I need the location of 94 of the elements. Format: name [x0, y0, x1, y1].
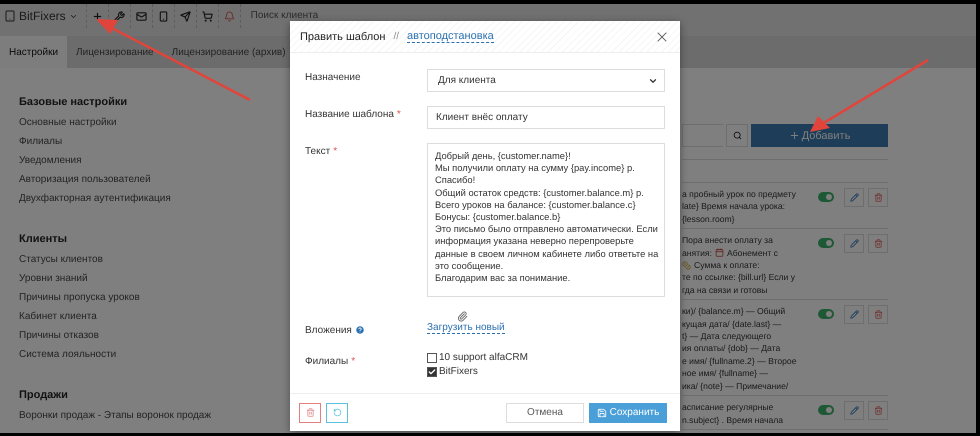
tab[interactable]: Лицензирование (архив) [162, 36, 295, 68]
upload-link[interactable]: Загрузить новый [427, 322, 505, 334]
template-text: е имя/ {fullname.2} — Второе [682, 354, 798, 368]
section-heading: Базовые настройки [19, 96, 128, 108]
required-mark: * [333, 146, 338, 157]
save-button[interactable]: Сохранить [589, 402, 667, 422]
mail-icon [136, 10, 147, 22]
undo-icon [332, 408, 342, 417]
tab[interactable]: Лицензирование [67, 36, 163, 68]
template-text: ика/ {note} — Примечание/ [682, 380, 790, 392]
checkbox-label: BitFixers [439, 366, 478, 377]
text-field[interactable]: Добрый день, {customer.name}! Мы получили оплату на сумму {pay.income} р. Спасибо! Общий остаток средств: {customer.balance.m} р. Всего уроков на балансе: {customer.balance.c} Бонусы: {customer.balance.b} Это письмо было отправлено автоматически. Если информация указана неверно перепроверьте данные в своем личном кабинете либо ответьте на это сообщение. Благодарим вас за понимание. [427, 143, 665, 297]
sidebar-link[interactable]: Основные настройки [19, 117, 290, 136]
section-heading: Клиенты [19, 233, 68, 245]
sidebar-link[interactable]: Двухфакторная аутентификация [19, 193, 290, 212]
template-text: {lesson.room} [682, 212, 736, 226]
section-heading: Продажи [19, 389, 69, 401]
tab[interactable]: Настройки [0, 36, 68, 68]
reset-button[interactable] [326, 402, 348, 422]
search-icon [732, 131, 742, 140]
sidebar-link[interactable]: Система лояльности [19, 349, 290, 368]
autofill-link[interactable]: автоподстановка [407, 30, 494, 43]
template-text: Сумма к оплате: [694, 259, 760, 272]
checkbox-label: 10 support alfaCRM [439, 352, 528, 363]
template-text: late} Время начала урока: [682, 200, 786, 213]
pencil-icon [850, 310, 858, 320]
template-name-field[interactable]: Клиент внёс оплату [427, 106, 665, 129]
sidebar-link[interactable]: Статусы клиентов [19, 254, 290, 273]
edit-button[interactable] [844, 305, 864, 324]
pencil-icon [850, 406, 858, 416]
help-icon [354, 325, 365, 335]
template-text: гда на связи и готовы [682, 284, 768, 296]
trash-icon [874, 406, 882, 416]
required-mark: * [396, 109, 401, 120]
trash-icon [874, 193, 882, 202]
add-button[interactable]: Добавить [751, 124, 888, 147]
cart-icon [202, 10, 213, 22]
pencil-icon [850, 193, 858, 202]
template-text: Пора внести оплату за [682, 234, 774, 247]
checkbox[interactable] [427, 352, 437, 362]
toggle-switch[interactable] [818, 405, 834, 416]
trash-icon [306, 408, 314, 417]
paper-plane-icon [180, 10, 191, 22]
template-text: анятия: [682, 246, 712, 260]
edit-button[interactable] [844, 234, 864, 254]
toggle-switch[interactable] [818, 192, 834, 202]
template-text: а пробный урок по предмету [682, 188, 797, 200]
sidebar-link[interactable]: Уведомления [19, 155, 290, 174]
field-label: Название шаблона [305, 109, 394, 120]
search-field[interactable] [682, 124, 723, 147]
separator-text: // [393, 31, 400, 42]
field-label: Филиалы [305, 356, 348, 367]
trash-icon [874, 239, 882, 248]
template-text: ное имя/ {fullname} — [682, 367, 770, 380]
toggle-switch[interactable] [818, 238, 834, 248]
template-text: Абонемент с [726, 246, 778, 260]
coins-icon [682, 260, 691, 270]
pencil-icon [850, 239, 858, 248]
delete-button[interactable] [299, 402, 321, 422]
purpose-select[interactable]: Для клиента [427, 69, 665, 92]
sidebar-link[interactable]: Причины отказов [19, 330, 290, 349]
field-label: Назначение [305, 71, 362, 85]
sidebar-link[interactable]: Авторизация пользователей [19, 174, 290, 193]
sidebar-link[interactable]: Филиалы [19, 136, 290, 155]
dialog-title: Править шаблон [300, 30, 386, 42]
search-button[interactable] [726, 124, 748, 147]
sidebar-link[interactable]: Кабинет клиента [19, 311, 290, 330]
template-text: ия оплаты/ {dob} — Дата [682, 342, 782, 355]
tablet-icon [4, 10, 16, 22]
checkbox[interactable] [427, 366, 437, 376]
plus-icon [788, 130, 800, 141]
trash-icon [874, 310, 882, 320]
wrench-icon [114, 10, 125, 22]
template-text: те по ссылке: {bill.url} Если у [682, 271, 796, 284]
template-text: t} — Дата следующего [682, 330, 772, 342]
brand-menu[interactable]: BitFixers [0, 4, 87, 28]
edit-button[interactable] [844, 188, 864, 207]
cancel-button[interactable]: Отмена [506, 402, 584, 422]
field-label: Текст [305, 146, 330, 157]
template-text: ки)/ {balance.m} — Общий [682, 305, 786, 318]
field-label: Вложения [305, 325, 352, 336]
template-text: асписание регулярные [682, 401, 774, 414]
calendar-icon [714, 248, 724, 258]
template-text: n.subject} . Время начала [682, 414, 784, 426]
template-text: кущая дата/ {date.last} — [682, 318, 782, 330]
bell-icon [224, 10, 235, 22]
sidebar-link[interactable]: Уровни знаний [19, 273, 290, 292]
phone-icon [158, 10, 169, 22]
sidebar-link[interactable]: Воронки продаж - Этапы воронок продаж [19, 410, 290, 429]
required-mark: * [351, 356, 356, 367]
toggle-switch[interactable] [818, 309, 834, 320]
paperclip-icon [457, 311, 468, 322]
sidebar-link[interactable]: Причины пропуска уроков [19, 292, 290, 311]
edit-button[interactable] [844, 401, 864, 420]
